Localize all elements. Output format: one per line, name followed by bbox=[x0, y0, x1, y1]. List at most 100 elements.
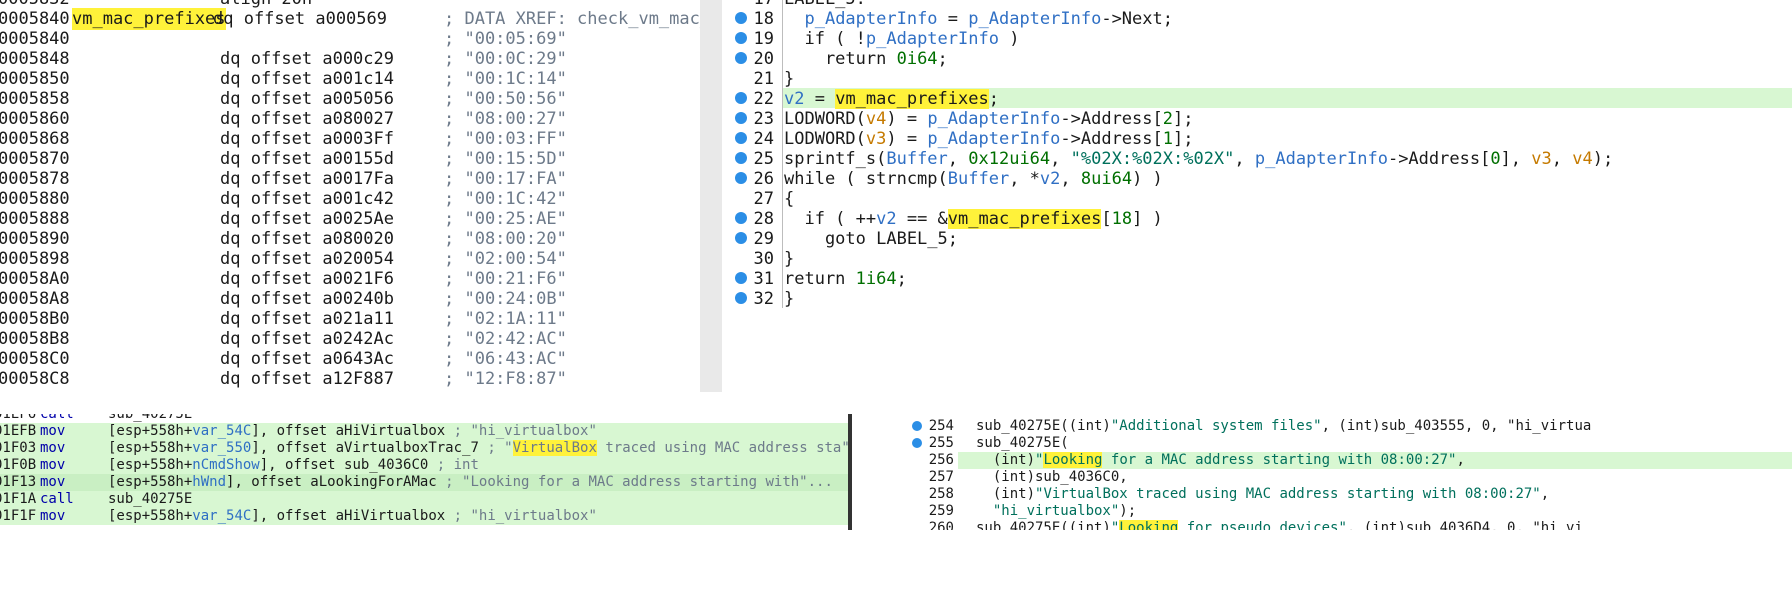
pseudocode-line[interactable]: 259 "hi_virtualbox"); bbox=[900, 503, 1792, 520]
pseudocode-text: LODWORD(v4) = p_AdapterInfo->Address[2]; bbox=[784, 109, 1194, 129]
pseudocode-text: sub_40275E((int)"Additional system files… bbox=[976, 418, 1592, 434]
disasm-operands: sub_40275E bbox=[108, 414, 193, 422]
disasm-label[interactable]: vm_mac_prefixes bbox=[72, 8, 226, 30]
line-number: 256 bbox=[928, 452, 954, 468]
disasm-address: 0005888 bbox=[0, 209, 70, 229]
pseudocode-line[interactable]: 31 return 1i64; bbox=[722, 268, 1792, 290]
line-number: 257 bbox=[928, 469, 954, 485]
disasm-address: 0005898 bbox=[0, 249, 70, 269]
disasm-instruction: dq offset a0242Ac bbox=[220, 329, 394, 349]
disasm-line[interactable]: 0005878 dq offset a0017Fa ; "00:17:FA" bbox=[0, 168, 700, 190]
disasm-address: 0005890 bbox=[0, 229, 70, 249]
disasm-opcode: call bbox=[40, 491, 74, 507]
disasm-line[interactable]: 01F0Bmov [esp+558h+nCmdShow], offset sub_… bbox=[0, 457, 848, 474]
pseudocode-text: LODWORD(v3) = p_AdapterInfo->Address[1]; bbox=[784, 129, 1194, 149]
disasm-comment: ; "00:0C:29" bbox=[444, 49, 567, 69]
pseudocode-line[interactable]: 23 LODWORD(v4) = p_AdapterInfo->Address[2… bbox=[722, 108, 1792, 130]
pane-divider-vertical[interactable] bbox=[700, 0, 722, 392]
disasm-line[interactable]: 00058B8 dq offset a0242Ac ; "02:42:AC" bbox=[0, 328, 700, 350]
pseudocode-view[interactable]: 17LABEL_5:18 p_AdapterInfo = p_AdapterIn… bbox=[722, 0, 1792, 392]
pane-divider-bottom[interactable] bbox=[848, 414, 852, 530]
pseudocode-line[interactable]: 27 { bbox=[722, 188, 1792, 210]
disasm-address: 0005880 bbox=[0, 189, 70, 209]
line-number: 25 bbox=[753, 149, 774, 169]
disasm-line[interactable]: 0005880 dq offset a001c42 ; "00:1C:42" bbox=[0, 188, 700, 210]
disasm-instruction: dq offset a020054 bbox=[220, 249, 394, 269]
line-number: 18 bbox=[753, 9, 774, 29]
disasm-line[interactable]: 0005890 dq offset a080020 ; "08:00:20" bbox=[0, 228, 700, 250]
pseudocode-line[interactable]: 20 return 0i64; bbox=[722, 48, 1792, 70]
disasm-line[interactable]: 0005870 dq offset a00155d ; "00:15:5D" bbox=[0, 148, 700, 170]
disasm-line[interactable]: 01EF6call sub_40275E bbox=[0, 414, 848, 423]
disasm-operands: [esp+558h+var_54C], offset aHiVirtualbox… bbox=[108, 508, 597, 524]
disasm-instruction: dq offset a001c14 bbox=[220, 69, 394, 89]
pseudocode-text: (int)"VirtualBox traced using MAC addres… bbox=[976, 486, 1550, 502]
pseudocode-line[interactable]: 256 (int)"Looking for a MAC address star… bbox=[900, 452, 1792, 469]
disasm-line[interactable]: 0005840 ; "00:05:69" bbox=[0, 28, 700, 50]
disasm-address: 0005840 bbox=[0, 9, 70, 29]
disasm-instruction: dq offset a12F887 bbox=[220, 369, 394, 389]
pseudocode-line[interactable]: 258 (int)"VirtualBox traced using MAC ad… bbox=[900, 486, 1792, 503]
disasm-instruction: dq offset a0021F6 bbox=[220, 269, 394, 289]
line-number: 27 bbox=[753, 189, 774, 209]
pseudocode-line[interactable]: 18 p_AdapterInfo = p_AdapterInfo->Next; bbox=[722, 8, 1792, 30]
pseudocode-line[interactable]: 21} bbox=[722, 68, 1792, 90]
disasm-operands: [esp+558h+var_54C], offset aHiVirtualbox… bbox=[108, 423, 597, 439]
disasm-comment: ; "00:05:69" bbox=[444, 29, 567, 49]
disasm-line[interactable]: 00058A0 dq offset a0021F6 ; "00:21:F6" bbox=[0, 268, 700, 290]
disasm-address: 0005870 bbox=[0, 149, 70, 169]
disasm-line[interactable]: 00058B0 dq offset a021a11 ; "02:1A:11" bbox=[0, 308, 700, 330]
pseudocode-line[interactable]: 260 sub_40275E((int)"Looking for pseudo d… bbox=[900, 520, 1792, 530]
disasm-line[interactable]: 01F1Fmov [esp+558h+var_54C], offset aHiVi… bbox=[0, 508, 848, 525]
disasm-line[interactable]: 0005850 dq offset a001c14 ; "00:1C:14" bbox=[0, 68, 700, 90]
disasm-address: 01F1F bbox=[0, 508, 37, 524]
disasm-line[interactable]: 01F03mov [esp+558h+var_550], offset aVirt… bbox=[0, 440, 848, 457]
pseudocode-line[interactable]: 19 if ( !p_AdapterInfo ) bbox=[722, 28, 1792, 50]
disasm-opcode: mov bbox=[40, 440, 66, 456]
disasm-instruction: dq offset a080027 bbox=[220, 109, 394, 129]
gutter-divider bbox=[782, 288, 783, 308]
disasm-line[interactable]: 01EFBmov [esp+558h+var_54C], offset aHiVi… bbox=[0, 423, 848, 440]
disasm-comment: ; "00:03:FF" bbox=[444, 129, 567, 149]
pseudocode-line[interactable]: 255 sub_40275E( bbox=[900, 435, 1792, 452]
pseudocode-line[interactable]: 25 sprintf_s(Buffer, 0x12ui64, "%02X:%02X… bbox=[722, 148, 1792, 170]
pseudocode-view-2[interactable]: 254 sub_40275E((int)"Additional system fi… bbox=[900, 414, 1792, 530]
disassembly-view-2[interactable]: 01EF6callsub_40275E01EFBmov[esp+558h+var… bbox=[0, 414, 848, 530]
disasm-line[interactable]: 01F1Acall sub_40275E bbox=[0, 491, 848, 508]
pseudocode-line[interactable]: 24 LODWORD(v3) = p_AdapterInfo->Address[1… bbox=[722, 128, 1792, 150]
disasm-line[interactable]: 0005848 dq offset a000c29 ; "00:0C:29" bbox=[0, 48, 700, 70]
disasm-line[interactable]: 00058A8 dq offset a00240b ; "00:24:0B" bbox=[0, 288, 700, 310]
disassembly-view[interactable]: 0005832align 20h0005840vm_mac_prefixesdq… bbox=[0, 0, 700, 392]
disasm-instruction: dq offset a0025Ae bbox=[220, 209, 394, 229]
disasm-comment: ; "02:1A:11" bbox=[444, 309, 567, 329]
pseudocode-line[interactable]: 29 goto LABEL_5; bbox=[722, 228, 1792, 250]
disasm-comment: ; "00:15:5D" bbox=[444, 149, 567, 169]
disasm-comment: ; "00:21:F6" bbox=[444, 269, 567, 289]
pseudocode-line[interactable]: 254 sub_40275E((int)"Additional system fi… bbox=[900, 418, 1792, 435]
disasm-line[interactable]: 0005860 dq offset a080027 ; "08:00:27" bbox=[0, 108, 700, 130]
disasm-line[interactable]: 00058C8 dq offset a12F887 ; "12:F8:87" bbox=[0, 368, 700, 390]
pseudocode-line[interactable]: 32} bbox=[722, 288, 1792, 310]
disasm-line[interactable]: 0005858 dq offset a005056 ; "00:50:56" bbox=[0, 88, 700, 110]
pseudocode-line[interactable]: 28 if ( ++v2 == &vm_mac_prefixes[18] ) bbox=[722, 208, 1792, 230]
line-number: 31 bbox=[753, 269, 774, 289]
disasm-line[interactable]: 0005840 vm_mac_prefixes dq offset a000569;… bbox=[0, 8, 700, 30]
disasm-address: 01EF6 bbox=[0, 414, 37, 422]
pseudocode-text: (int)"Looking for a MAC address starting… bbox=[976, 452, 1465, 468]
disasm-instruction: dq offset a021a11 bbox=[220, 309, 394, 329]
line-number: 260 bbox=[928, 520, 954, 530]
disasm-line[interactable]: 0005868 dq offset a0003Ff ; "00:03:FF" bbox=[0, 128, 700, 150]
disasm-line[interactable]: 0005888 dq offset a0025Ae ; "00:25:AE" bbox=[0, 208, 700, 230]
disasm-line[interactable]: 00058C0 dq offset a0643Ac ; "06:43:AC" bbox=[0, 348, 700, 370]
pseudocode-line[interactable]: 22 v2 = vm_mac_prefixes; bbox=[722, 88, 1792, 110]
disasm-address: 0005848 bbox=[0, 49, 70, 69]
disasm-line[interactable]: 0005898 dq offset a020054 ; "02:00:54" bbox=[0, 248, 700, 270]
disasm-opcode: mov bbox=[40, 474, 66, 490]
pseudocode-line[interactable]: 30} bbox=[722, 248, 1792, 270]
pseudocode-line[interactable]: 26 while ( strncmp(Buffer, *v2, 8ui64) ) bbox=[722, 168, 1792, 190]
pseudocode-line[interactable]: 257 (int)sub_4036C0, bbox=[900, 469, 1792, 486]
pseudocode-text: return 0i64; bbox=[784, 49, 948, 69]
disasm-line[interactable]: 01F13mov [esp+558h+hWnd], offset aLooking… bbox=[0, 474, 848, 491]
disasm-operands: [esp+558h+hWnd], offset aLookingForAMac … bbox=[108, 474, 833, 490]
line-number: 258 bbox=[928, 486, 954, 502]
